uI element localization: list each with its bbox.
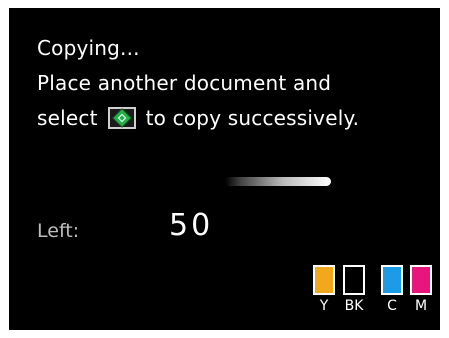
diamond-icon xyxy=(113,109,131,127)
status-message-line-3: select to copy successively. xyxy=(37,106,359,130)
ink-tank-magenta-icon xyxy=(410,265,432,295)
ink-level-cyan: C xyxy=(381,265,407,314)
ink-label-yellow: Y xyxy=(319,298,329,314)
remaining-copies-value: 50 xyxy=(169,208,214,243)
ink-level-black: BK xyxy=(343,265,369,314)
remaining-copies-label: Left: xyxy=(37,220,80,242)
ink-tank-black-icon xyxy=(343,265,365,295)
status-message-line-2: Place another document and xyxy=(37,71,332,95)
status-message-copy-text: to copy successively. xyxy=(145,106,360,130)
status-message-select-text: select xyxy=(37,106,98,130)
ink-tank-cyan-icon xyxy=(381,265,403,295)
start-button-icon xyxy=(107,107,136,129)
printer-lcd-screen: Copying... Place another document and se… xyxy=(9,8,440,330)
copy-progress-indicator xyxy=(225,177,331,186)
ink-label-black: BK xyxy=(344,298,364,314)
ink-level-yellow: Y xyxy=(313,265,339,314)
ink-label-cyan: C xyxy=(387,298,397,314)
ink-level-magenta: M xyxy=(410,265,436,314)
ink-label-magenta: M xyxy=(414,298,428,314)
status-message-line-1: Copying... xyxy=(37,36,140,60)
ink-tank-yellow-icon xyxy=(313,265,335,295)
